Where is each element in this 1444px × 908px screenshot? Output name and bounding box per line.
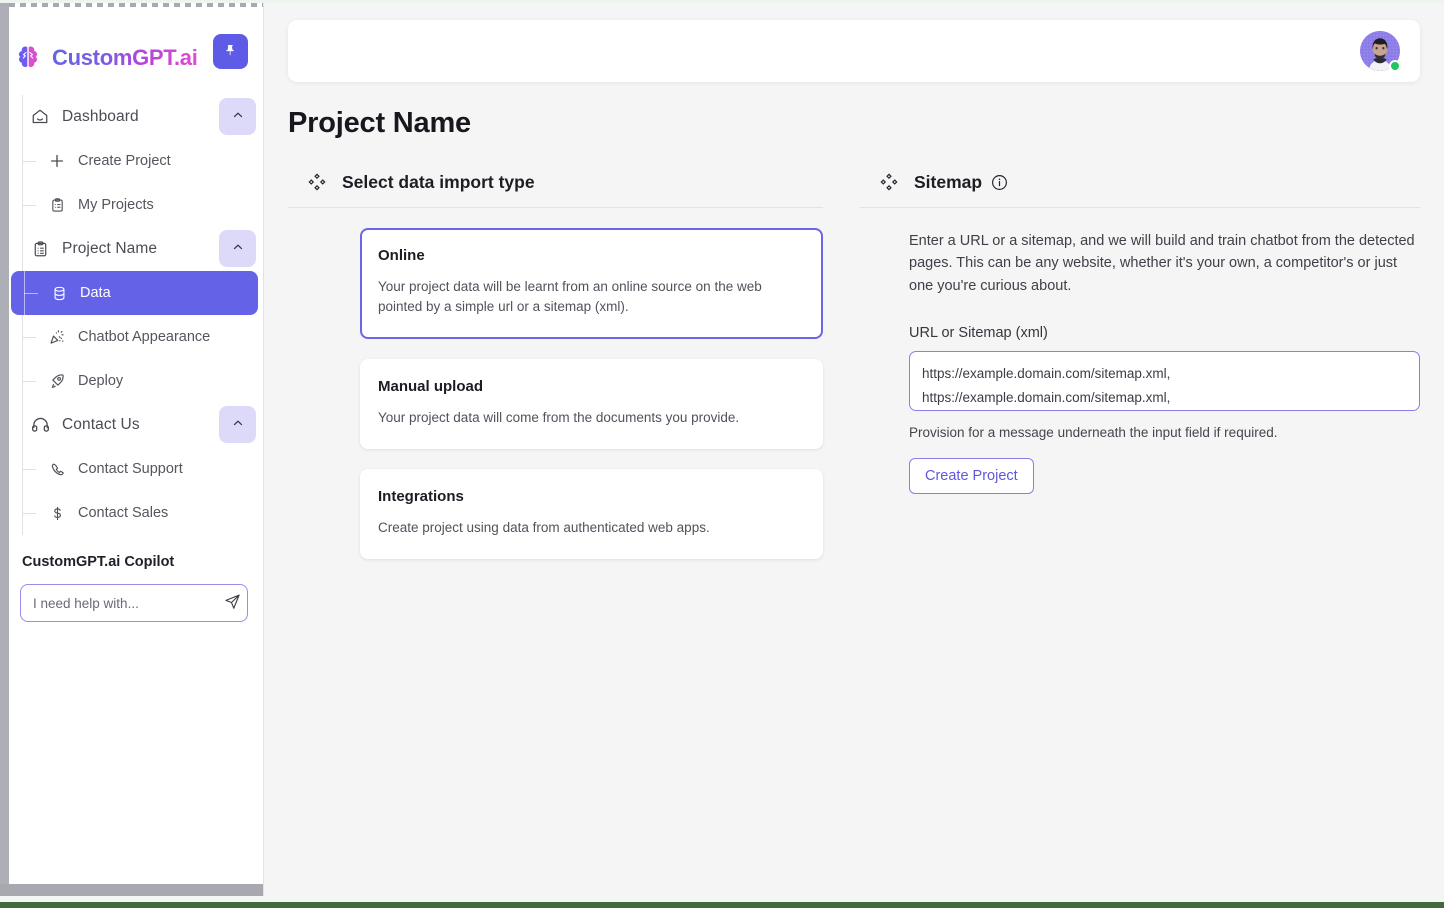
sidebar-group-dashboard[interactable]: Dashboard <box>9 95 263 139</box>
dollar-icon <box>47 503 67 523</box>
collapse-contact-us-button[interactable] <box>219 406 256 443</box>
sidebar-item-label: Create Project <box>78 153 171 169</box>
four-diamonds-icon <box>878 171 900 193</box>
section-header-import-type: Select data import type <box>288 171 823 208</box>
nav-guide-line <box>22 403 23 447</box>
plus-icon <box>47 151 67 171</box>
nav-guide-tick <box>22 469 36 470</box>
collapse-project-name-button[interactable] <box>219 230 256 267</box>
sidebar-item-create-project[interactable]: Create Project <box>9 139 263 183</box>
sidebar: CustomGPT.ai Dashboard Create Project My… <box>0 3 264 896</box>
avatar[interactable] <box>1360 31 1401 72</box>
app-root: CustomGPT.ai Dashboard Create Project My… <box>0 0 1444 908</box>
url-or-sitemap-input[interactable] <box>909 351 1420 412</box>
nav-guide-tick <box>24 293 38 294</box>
card-description: Your project data will come from the doc… <box>378 409 740 425</box>
sidebar-item-my-projects[interactable]: My Projects <box>9 183 263 227</box>
sitemap-body: Enter a URL or a sitemap, and we will bu… <box>909 230 1420 495</box>
headset-icon <box>29 414 51 436</box>
phone-icon <box>47 459 67 479</box>
pin-icon <box>222 42 239 62</box>
import-type-card-integrations[interactable]: Integrations Create project using data f… <box>360 468 823 559</box>
main-content: Project Name Select data import type Onl… <box>264 3 1444 896</box>
clipboard-icon <box>47 195 67 215</box>
card-title: Manual upload <box>378 377 483 395</box>
import-type-card-online[interactable]: Online Your project data will be learnt … <box>360 228 823 339</box>
sidebar-group-label: Contact Us <box>62 416 140 433</box>
brain-logo-icon <box>14 44 42 72</box>
url-field-label: URL or Sitemap (xml) <box>909 325 1048 342</box>
sidebar-item-contact-sales[interactable]: Contact Sales <box>9 491 263 535</box>
copilot-title: CustomGPT.ai Copilot <box>22 554 175 570</box>
sidebar-logo-row[interactable]: CustomGPT.ai <box>9 33 259 83</box>
logo-text: CustomGPT.ai <box>52 45 198 70</box>
chevron-up-icon <box>231 416 245 433</box>
sidebar-item-chatbot-appearance[interactable]: Chatbot Appearance <box>9 315 263 359</box>
sidebar-group-label: Project Name <box>62 240 158 257</box>
sidebar-item-label: Deploy <box>78 373 124 389</box>
nav-guide-tick <box>22 337 36 338</box>
nav-guide-tick <box>22 161 36 162</box>
nav-guide-tick <box>22 205 36 206</box>
sidebar-item-label: Chatbot Appearance <box>78 329 211 345</box>
section-title: Select data import type <box>342 171 535 192</box>
copilot-send-button[interactable] <box>220 587 244 619</box>
sidebar-group-label: Dashboard <box>62 108 139 125</box>
sidebar-item-label: Contact Sales <box>78 505 169 521</box>
sitemap-panel: Sitemap Enter a URL or a sitemap, and we… <box>860 171 1420 495</box>
status-badge <box>1389 60 1401 72</box>
window-bottom-edge <box>0 902 1444 908</box>
home-icon <box>29 106 51 128</box>
sitemap-description: Enter a URL or a sitemap, and we will bu… <box>909 233 1415 294</box>
sidebar-item-label: Contact Support <box>78 461 183 477</box>
chevron-up-icon <box>231 240 245 257</box>
sidebar-nav: Dashboard Create Project My Projects Pro… <box>9 95 263 535</box>
card-description: Your project data will be learnt from an… <box>378 279 762 315</box>
sidebar-bottom-scrollbar[interactable] <box>0 884 263 896</box>
chevron-up-icon <box>231 108 245 125</box>
copilot-input[interactable] <box>21 595 220 611</box>
party-popper-icon <box>47 327 67 347</box>
data-import-panel: Select data import type Online Your proj… <box>288 171 823 559</box>
info-icon[interactable] <box>991 174 1008 191</box>
section-title: Sitemap <box>914 171 983 192</box>
import-type-card-manual-upload[interactable]: Manual upload Your project data will com… <box>360 358 823 449</box>
section-header-sitemap: Sitemap <box>860 171 1420 208</box>
sidebar-item-label: Data <box>80 285 111 301</box>
database-icon <box>49 283 69 303</box>
card-title: Integrations <box>378 487 464 505</box>
sidebar-group-project-name[interactable]: Project Name <box>9 227 263 271</box>
four-diamonds-icon <box>306 171 328 193</box>
collapse-dashboard-button[interactable] <box>219 98 256 135</box>
clipboard-list-icon <box>29 238 51 260</box>
copilot-input-wrapper <box>20 584 248 622</box>
sidebar-item-deploy[interactable]: Deploy <box>9 359 263 403</box>
sidebar-group-contact-us[interactable]: Contact Us <box>9 403 263 447</box>
create-project-button[interactable]: Create Project <box>909 458 1034 495</box>
top-header-bar <box>288 20 1420 82</box>
rocket-icon <box>47 371 67 391</box>
sidebar-item-label: My Projects <box>78 197 154 213</box>
sidebar-item-data[interactable]: Data <box>11 271 258 315</box>
sidebar-item-contact-support[interactable]: Contact Support <box>9 447 263 491</box>
page-title: Project Name <box>288 107 471 139</box>
nav-guide-line <box>22 95 23 139</box>
nav-guide-line <box>22 227 23 271</box>
nav-guide-tick <box>22 513 36 514</box>
card-title: Online <box>378 247 425 264</box>
send-icon <box>223 592 242 614</box>
card-description: Create project using data from authentic… <box>378 519 710 535</box>
pin-sidebar-button[interactable] <box>213 34 248 69</box>
url-field-helper-text: Provision for a message underneath the i… <box>909 425 1278 441</box>
sidebar-dashed-top-edge <box>9 3 263 7</box>
nav-guide-tick <box>22 381 36 382</box>
sidebar-scrollbar[interactable] <box>0 3 9 896</box>
